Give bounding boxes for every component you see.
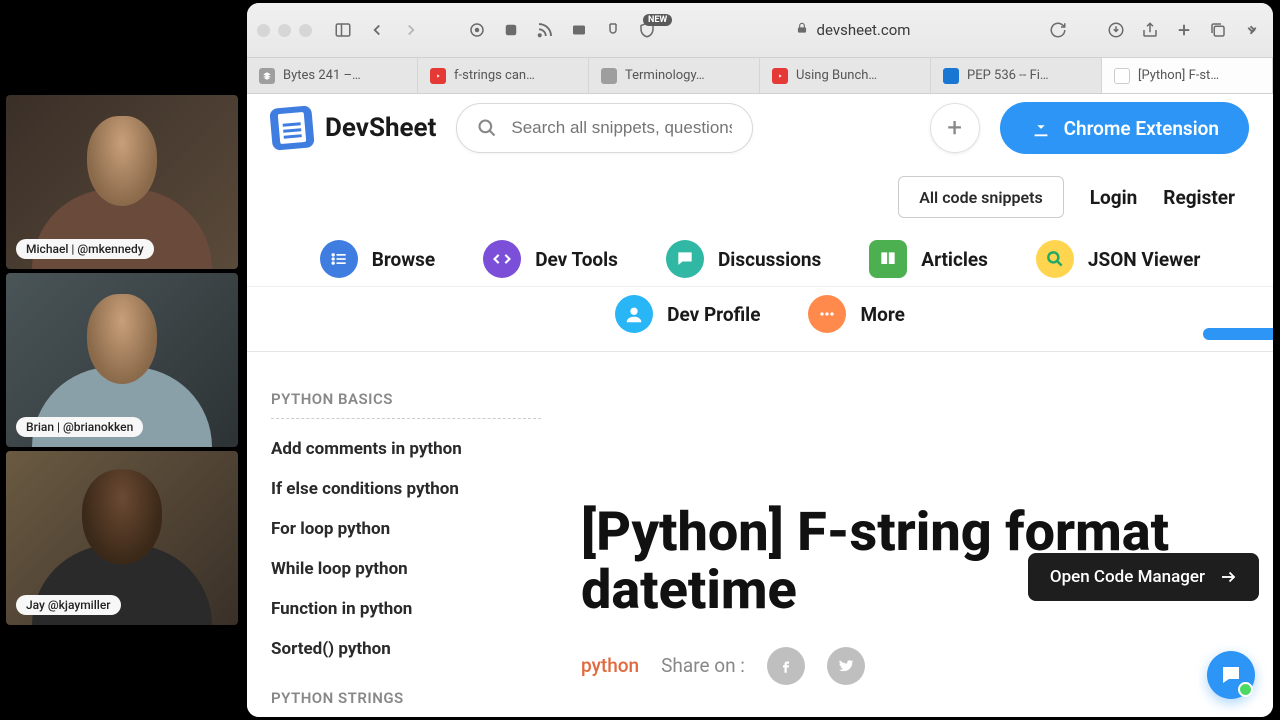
main-content: PYTHON BASICS Add comments in python If … [247, 352, 1273, 715]
download-arrow-icon [1030, 117, 1052, 139]
chat-bubble-button[interactable] [1207, 651, 1255, 699]
login-link[interactable]: Login [1090, 186, 1138, 209]
reload-icon[interactable] [1047, 19, 1069, 41]
youtube-icon [772, 68, 788, 84]
list-icon [320, 240, 358, 278]
article: [Python] F-string format datetime python… [581, 376, 1249, 715]
address-bar[interactable]: devsheet.com [670, 21, 1035, 39]
category-row-1: Browse Dev Tools Discussions Articles JS… [247, 232, 1273, 287]
tab-bar: Bytes 241 –… f-strings can… Terminology…… [247, 58, 1273, 94]
name-tag-2: Brian | @brianokken [16, 417, 143, 437]
sidebar-item[interactable]: If else conditions python [271, 469, 541, 509]
ext-icon-2[interactable] [500, 19, 522, 41]
doc-icon [601, 68, 617, 84]
category-row-2: Dev Profile More [247, 287, 1273, 352]
download-icon[interactable] [1105, 19, 1127, 41]
browser-toolbar: devsheet.com [247, 3, 1273, 58]
chrome-extension-button[interactable]: Chrome Extension [1000, 102, 1249, 154]
cat-browse[interactable]: Browse [320, 240, 436, 278]
sidebar-toggle-icon[interactable] [332, 19, 354, 41]
python-icon [943, 68, 959, 84]
sidebar-heading-strings: PYTHON STRINGS [271, 683, 541, 717]
address-text: devsheet.com [817, 21, 911, 39]
open-code-manager-button[interactable]: Open Code Manager [1028, 553, 1259, 601]
stack-icon [259, 68, 275, 84]
register-link[interactable]: Register [1163, 186, 1235, 209]
sidebar-item[interactable]: For loop python [271, 509, 541, 549]
webcam-3: Jay @kjaymiller [6, 451, 238, 625]
tab-1[interactable]: f-strings can… [418, 58, 589, 93]
cat-profile[interactable]: Dev Profile [615, 295, 760, 333]
sidebar-item[interactable]: While loop python [271, 549, 541, 589]
floating-tab[interactable] [1203, 328, 1273, 340]
facebook-icon[interactable] [767, 647, 805, 685]
ext-icon-1[interactable] [466, 19, 488, 41]
back-icon[interactable] [366, 19, 388, 41]
sidebar: PYTHON BASICS Add comments in python If … [271, 376, 541, 715]
share-label: Share on : [661, 654, 745, 677]
sidebar-item[interactable]: Sorted() python [271, 629, 541, 669]
cat-more[interactable]: More [808, 295, 904, 333]
search-box[interactable] [456, 103, 753, 153]
browser-window: devsheet.com NEW Bytes 241 –… f-strings … [247, 3, 1273, 717]
logo-text: DevSheet [325, 113, 436, 143]
window-controls[interactable] [257, 24, 312, 37]
all-snippets-button[interactable]: All code snippets [898, 176, 1064, 218]
new-tab-icon[interactable] [1173, 19, 1195, 41]
tag-python[interactable]: python [581, 654, 639, 677]
cat-discussions[interactable]: Discussions [666, 240, 821, 278]
code-icon [483, 240, 521, 278]
arrow-right-icon [1219, 568, 1237, 586]
page-content: DevSheet + Chrome Extension All code sni… [247, 94, 1273, 717]
name-tag-3: Jay @kjaymiller [16, 595, 121, 615]
cat-articles[interactable]: Articles [869, 240, 988, 278]
overflow-icon[interactable] [1241, 19, 1263, 41]
add-button[interactable]: + [930, 103, 980, 153]
webcam-1: Michael | @mkennedy [6, 95, 238, 269]
search-input[interactable] [511, 118, 732, 138]
tab-0[interactable]: Bytes 241 –… [247, 58, 418, 93]
new-badge: NEW [643, 14, 672, 26]
logo[interactable]: DevSheet [271, 107, 436, 149]
tab-3[interactable]: Using Bunch… [760, 58, 931, 93]
youtube-icon [430, 68, 446, 84]
dots-icon [808, 295, 846, 333]
nav-row: All code snippets Login Register [247, 172, 1273, 232]
avatar-icon [615, 295, 653, 333]
cat-json[interactable]: JSON Viewer [1036, 240, 1200, 278]
logo-icon [269, 105, 315, 151]
rss-icon[interactable] [534, 19, 556, 41]
magnify-icon [1036, 240, 1074, 278]
twitter-icon[interactable] [827, 647, 865, 685]
name-tag-1: Michael | @mkennedy [16, 239, 154, 259]
share-icon[interactable] [1139, 19, 1161, 41]
search-icon [477, 118, 497, 138]
tab-5[interactable]: [Python] F-st… [1102, 58, 1273, 93]
devsheet-icon [1114, 68, 1130, 84]
tabs-icon[interactable] [1207, 19, 1229, 41]
webcam-strip: Michael | @mkennedy Brian | @brianokken … [6, 95, 238, 625]
sidebar-item[interactable]: Add comments in python [271, 429, 541, 469]
book-icon [869, 240, 907, 278]
webcam-2: Brian | @brianokken [6, 273, 238, 447]
tab-2[interactable]: Terminology… [589, 58, 760, 93]
sidebar-heading-basics: PYTHON BASICS [271, 384, 541, 419]
lock-icon [795, 21, 809, 39]
forward-icon[interactable] [400, 19, 422, 41]
chat-icon [666, 240, 704, 278]
honey-icon[interactable] [602, 19, 624, 41]
page-topbar: DevSheet + Chrome Extension [247, 94, 1273, 172]
article-meta: python Share on : [581, 647, 1249, 685]
tv-icon[interactable] [568, 19, 590, 41]
tab-4[interactable]: PEP 536 -- Fi… [931, 58, 1102, 93]
sidebar-item[interactable]: Function in python [271, 589, 541, 629]
chat-icon [1219, 663, 1243, 687]
cat-devtools[interactable]: Dev Tools [483, 240, 618, 278]
